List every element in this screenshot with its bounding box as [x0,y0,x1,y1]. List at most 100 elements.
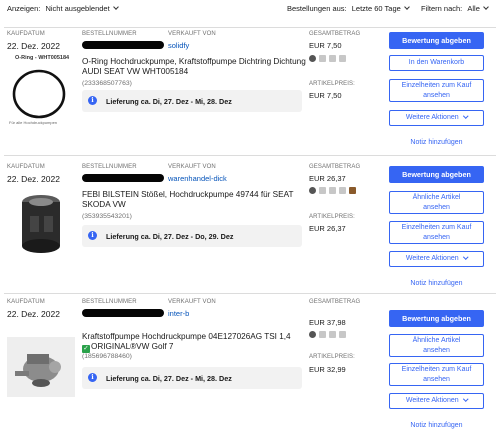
button-label: ansehen [423,346,450,354]
add-note-link[interactable]: Notiz hinzufügen [389,139,484,146]
show-filter-label: Anzeigen: [7,4,41,13]
item-title[interactable]: O-Ring Hochdruckpumpe, Kraftstoffpumpe D… [82,57,307,77]
button-label: Einzelheiten zum Kauf [401,82,472,89]
currency-icon [309,331,316,339]
purchase-details-button[interactable]: Einzelheiten zum Kauf ansehen [389,221,484,244]
item-title-text[interactable]: ORIGINAL®VW Golf 7 [91,342,173,351]
similar-items-button[interactable]: Ähnliche Artikel ansehen [389,191,484,214]
payment-icons [309,54,349,63]
item-title[interactable]: FEBI BILSTEIN Stößel, Hochdruckpumpe 497… [82,190,307,210]
orders-from-value[interactable]: Letzte 60 Tage [352,4,401,13]
dollar-icon [339,331,346,339]
chevron-down-icon[interactable] [483,4,489,10]
chevron-down-icon [462,395,468,401]
total-label: GESAMTBETRAG [309,299,361,305]
seller-link[interactable]: warenhandel-dick [168,174,227,183]
tappet-image [22,195,60,253]
button-label: ansehen [423,91,450,99]
total-label: GESAMTBETRAG [309,31,361,37]
status-filter-value[interactable]: Alle [467,4,480,13]
button-label: Einzelheiten zum Kauf [401,366,472,373]
currency-icon [309,187,316,195]
item-price-label: ARTIKELPREIS: [309,214,355,220]
order-number-label: BESTELLNUMMER [82,31,137,37]
order-date-label: KAUFDATUM [7,164,45,170]
redacted-order-number [82,41,164,49]
order-date: 22. Dez. 2022 [7,309,60,319]
orders-from-label: Bestellungen aus: [287,4,347,13]
order-date-label: KAUFDATUM [7,31,45,37]
item-number: (185696788460) [82,353,132,360]
seller-link[interactable]: inter-b [168,309,189,318]
rate-button[interactable]: Bewertung abgeben [389,310,484,327]
total-amount: EUR 26,37 [309,174,346,183]
redacted-order-number [82,174,164,182]
item-price: EUR 26,37 [309,224,346,233]
button-label: ansehen [423,375,450,383]
info-icon: i [88,96,97,105]
orders-from-filter[interactable]: Bestellungen aus: Letzte 60 Tage [287,4,410,13]
seller-label: VERKAUFT VON [168,164,216,170]
currency-icon [309,55,316,63]
product-image[interactable] [7,337,75,397]
card-icon [319,187,326,195]
delivery-text: Lieferung ca. Di, 27. Dez - Mi, 28. Dez [106,374,232,383]
add-note-link[interactable]: Notiz hinzufügen [389,280,484,287]
chevron-down-icon [462,112,468,118]
seller-label: VERKAUFT VON [168,299,216,305]
image-icon [329,187,336,195]
order-date-label: KAUFDATUM [7,299,45,305]
divider [4,27,496,28]
item-price: EUR 7,50 [309,91,342,100]
delivery-text: Lieferung ca. Di, 27. Dez - Mi, 28. Dez [106,97,232,106]
total-amount: EUR 7,50 [309,41,342,50]
similar-items-button[interactable]: Ähnliche Artikel ansehen [389,334,484,357]
rate-button[interactable]: Bewertung abgeben [389,32,484,49]
seller-link[interactable]: solidfy [168,41,189,50]
button-label: Weitere Aktionen [405,255,459,262]
item-title-text[interactable]: Kraftstoffpumpe Hochdruckpumpe 04E127026… [82,332,317,342]
more-actions-button[interactable]: Weitere Aktionen [389,393,484,409]
item-title-text[interactable]: FEBI BILSTEIN Stößel, Hochdruckpumpe 497… [82,190,293,209]
divider [4,155,496,156]
chevron-down-icon[interactable] [403,4,410,10]
card-icon [319,331,326,339]
delivery-estimate: i Lieferung ca. Di, 27. Dez - Mi, 28. De… [82,90,302,112]
chevron-down-icon[interactable] [112,4,119,10]
button-label: Einzelheiten zum Kauf [401,224,472,231]
button-label: Ähnliche Artikel [412,194,461,201]
status-filter[interactable]: Filtern nach: Alle [421,4,489,13]
total-amount: EUR 37,98 [309,318,346,327]
more-actions-button[interactable]: Weitere Aktionen [389,110,484,126]
delivery-estimate: i Lieferung ca. Di, 27. Dez - Mi, 28. De… [82,367,302,389]
item-title[interactable]: Kraftstoffpumpe Hochdruckpumpe 04E127026… [82,332,317,353]
dollar-icon [339,187,346,195]
purchase-details-button[interactable]: Einzelheiten zum Kauf ansehen [389,363,484,386]
item-title-text[interactable]: O-Ring Hochdruckpumpe, Kraftstoffpumpe D… [82,57,306,76]
info-icon: i [88,373,97,382]
seller-label: VERKAUFT VON [168,31,216,37]
product-image[interactable] [7,188,75,260]
add-to-cart-button[interactable]: In den Warenkorb [389,55,484,71]
card-icon [319,55,326,63]
product-image[interactable]: O-Ring - WHT005184 Für alle Hochdruckpum… [7,54,75,128]
status-filter-label: Filtern nach: [421,4,463,13]
order-date: 22. Dez. 2022 [7,41,60,51]
add-note-link[interactable]: Notiz hinzufügen [389,422,484,429]
image-icon [329,55,336,63]
payment-icons [309,186,359,195]
divider [4,293,496,294]
order-date: 22. Dez. 2022 [7,174,60,184]
rate-button[interactable]: Bewertung abgeben [389,166,484,183]
purchase-details-button[interactable]: Einzelheiten zum Kauf ansehen [389,79,484,102]
item-title-line2[interactable]: ✓ ORIGINAL®VW Golf 7 [82,342,317,353]
package-icon [349,187,356,195]
check-icon: ✓ [82,345,90,353]
more-actions-button[interactable]: Weitere Aktionen [389,251,484,267]
item-price-label: ARTIKELPREIS: [309,354,355,360]
o-ring-image [12,69,66,119]
button-label: ansehen [423,203,450,211]
show-filter-value[interactable]: Nicht ausgeblendet [45,4,109,13]
show-filter[interactable]: Anzeigen: Nicht ausgeblendet [7,4,119,13]
thumb-caption: Für alle Hochdruckpumpen [9,120,58,125]
